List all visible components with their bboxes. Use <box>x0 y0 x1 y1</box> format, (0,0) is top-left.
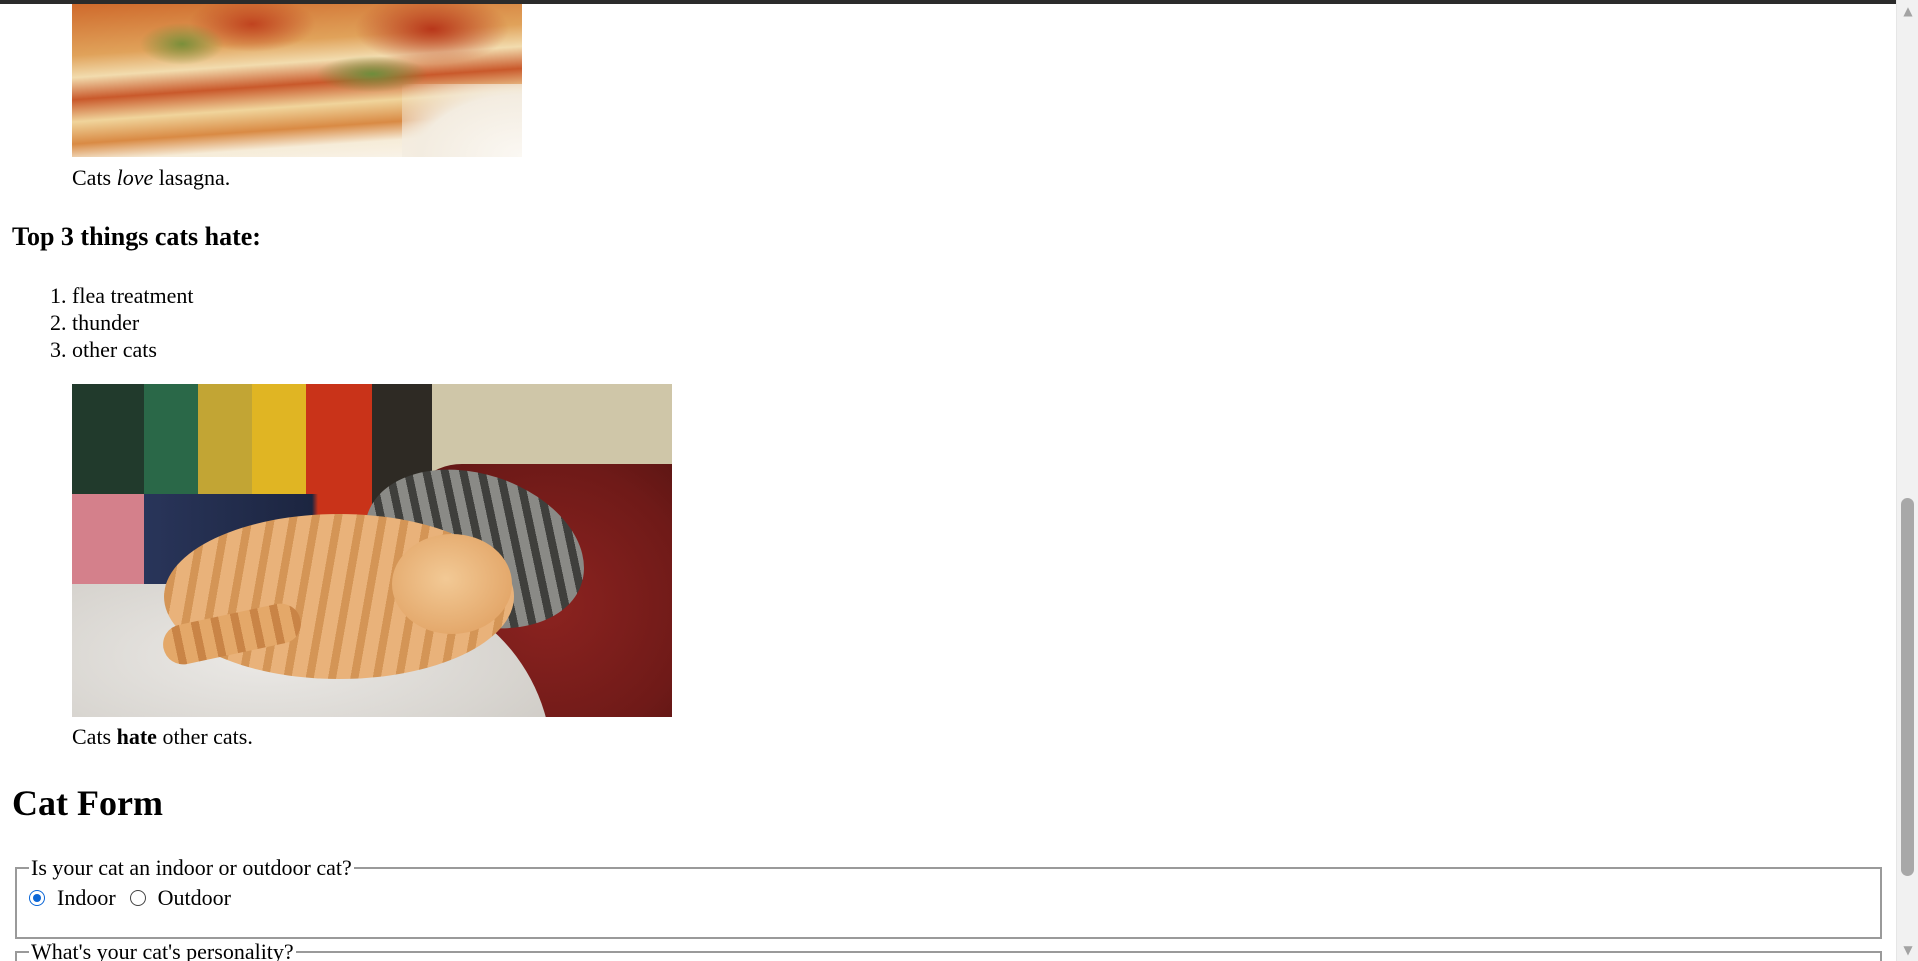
lasagna-caption-post: lasagna. <box>153 165 231 190</box>
indoor-outdoor-options: Indoor Outdoor <box>29 885 1880 911</box>
kittens-caption-strong: hate <box>116 724 157 749</box>
page-content: Cats love lasagna. Top 3 things cats hat… <box>0 4 1896 961</box>
kittens-caption-post: other cats. <box>156 724 253 749</box>
form-title: Cat Form <box>12 783 163 823</box>
personality-fieldset: What's your cat's personality? <box>15 941 1882 961</box>
indoor-outdoor-fieldset: Is your cat an indoor or outdoor cat? In… <box>15 857 1882 939</box>
list-item: other cats <box>72 336 194 363</box>
indoor-label[interactable]: Indoor <box>57 885 116 911</box>
scrollbar-thumb[interactable] <box>1901 498 1914 876</box>
outdoor-label[interactable]: Outdoor <box>158 885 231 911</box>
outdoor-radio[interactable] <box>129 890 146 906</box>
hate-list: flea treatment thunder other cats <box>0 282 194 363</box>
kittens-image <box>72 384 672 717</box>
hate-heading: Top 3 things cats hate: <box>12 222 261 251</box>
personality-legend: What's your cat's personality? <box>31 939 294 961</box>
scroll-up-arrow-icon[interactable]: ▲ <box>1897 2 1918 20</box>
indoor-radio[interactable] <box>29 890 45 906</box>
lasagna-image <box>72 4 522 157</box>
indoor-outdoor-legend: Is your cat an indoor or outdoor cat? <box>31 855 352 880</box>
kittens-caption: Cats hate other cats. <box>72 724 253 750</box>
lasagna-caption-emphasis: love <box>116 165 154 190</box>
kittens-caption-pre: Cats <box>72 724 117 749</box>
vertical-scrollbar[interactable]: ▲ ▼ <box>1896 0 1918 961</box>
list-item: flea treatment <box>72 282 194 309</box>
list-item: thunder <box>72 309 194 336</box>
orange-kitten-head <box>392 534 512 634</box>
lasagna-caption-pre: Cats <box>72 165 117 190</box>
lasagna-caption: Cats love lasagna. <box>72 165 230 191</box>
scroll-down-arrow-icon[interactable]: ▼ <box>1897 941 1918 959</box>
